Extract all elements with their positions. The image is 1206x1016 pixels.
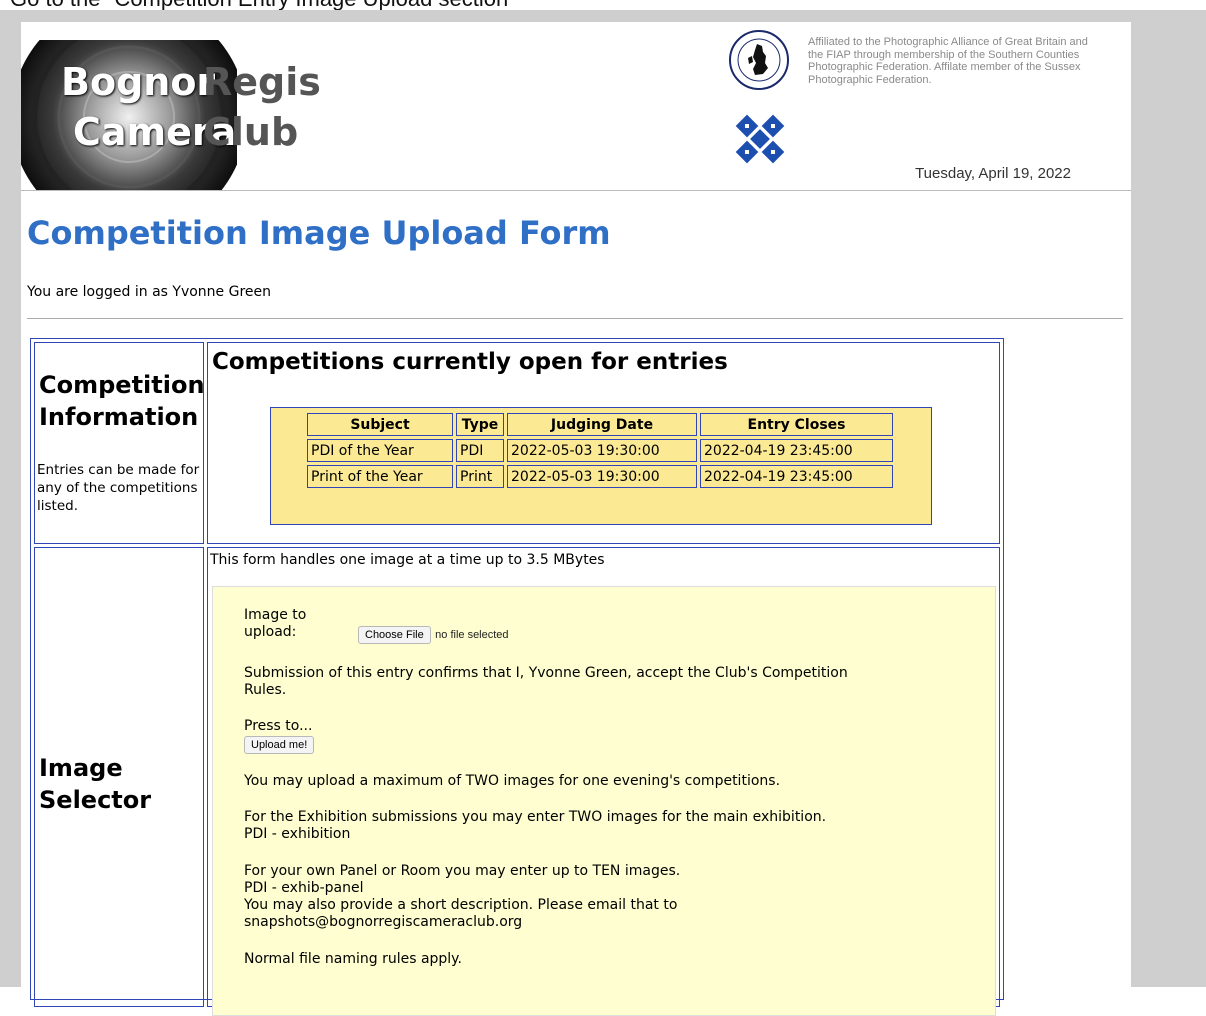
cell-entry-closes: 2022-04-19 23:45:00 bbox=[700, 465, 893, 488]
image-to-label: Image to bbox=[244, 607, 307, 623]
email-link[interactable]: snapshots@bognorregiscameraclub.org bbox=[244, 914, 522, 931]
naming-rules-note: Normal file naming rules apply. bbox=[244, 951, 462, 967]
column-header-type: Type bbox=[456, 413, 504, 436]
cell-subject: Print of the Year bbox=[307, 465, 453, 488]
entries-note: Entries can be made for any of the compe… bbox=[37, 462, 200, 514]
cell-entry-closes: 2022-04-19 23:45:00 bbox=[700, 439, 893, 462]
heading-line: Information bbox=[39, 403, 199, 431]
heading-line: Competition bbox=[39, 371, 205, 399]
column-header-judging-date: Judging Date bbox=[507, 413, 697, 436]
upload-label: upload: bbox=[244, 624, 297, 640]
upload-button-wrap: Upload me! bbox=[244, 736, 315, 754]
logged-in-status: You are logged in as Yvonne Green bbox=[27, 284, 271, 300]
page-title: Competition Image Upload Form bbox=[27, 214, 611, 252]
cell-type: Print bbox=[456, 465, 504, 488]
site-header: Bognor Camera Regis Club Affiliated to t… bbox=[21, 22, 1131, 191]
competition-information-cell: Competition Information Entries can be m… bbox=[34, 342, 205, 544]
column-header-subject: Subject bbox=[307, 413, 453, 436]
divider bbox=[27, 318, 1123, 319]
affiliation-text: Affiliated to the Photographic Alliance … bbox=[808, 36, 1088, 86]
competitions-table: Subject Type Judging Date Entry Closes P… bbox=[304, 410, 896, 491]
image-selector-heading: Image Selector bbox=[39, 752, 151, 816]
current-date: Tuesday, April 19, 2022 bbox=[915, 165, 1071, 182]
upload-button[interactable]: Upload me! bbox=[244, 736, 315, 754]
image-selector-cell: Image Selector bbox=[34, 547, 204, 1007]
panel-note: For your own Panel or Room you may enter… bbox=[244, 863, 681, 879]
cell-judging-date: 2022-05-03 19:30:00 bbox=[507, 465, 697, 488]
main-form-table: Competition Information Entries can be m… bbox=[30, 338, 1004, 1016]
open-competitions-heading: Competitions currently open for entries bbox=[212, 349, 728, 375]
file-input: Choose File no file selected bbox=[358, 626, 509, 644]
federation-logo-icon[interactable] bbox=[735, 114, 785, 164]
heading-line: Selector bbox=[39, 786, 152, 814]
exhibition-note: PDI - exhibition bbox=[244, 826, 351, 842]
max-images-note: You may upload a maximum of TWO images f… bbox=[244, 773, 781, 789]
logo-text-regis: Regis bbox=[203, 60, 321, 104]
upload-form: Image to upload: Choose File no file sel… bbox=[212, 586, 996, 1016]
press-to-label: Press to... bbox=[244, 718, 313, 734]
table-row: Print of the Year Print 2022-05-03 19:30… bbox=[307, 465, 893, 488]
rules-confirmation-text: Rules. bbox=[244, 682, 287, 698]
logo-text-bognor: Bognor bbox=[61, 60, 216, 104]
page: Bognor Camera Regis Club Affiliated to t… bbox=[21, 22, 1131, 1016]
cell-type: PDI bbox=[456, 439, 504, 462]
panel-note: You may also provide a short description… bbox=[244, 897, 678, 913]
heading-line: Image bbox=[39, 754, 123, 782]
column-header-entry-closes: Entry Closes bbox=[700, 413, 893, 436]
open-competitions-cell: Competitions currently open for entries … bbox=[207, 342, 1000, 544]
cell-subject: PDI of the Year bbox=[307, 439, 453, 462]
table-header-row: Subject Type Judging Date Entry Closes bbox=[307, 413, 893, 436]
club-logo[interactable]: Bognor Camera bbox=[21, 22, 237, 190]
panel-note: PDI - exhib-panel bbox=[244, 880, 364, 896]
choose-file-button[interactable]: Choose File bbox=[358, 626, 431, 644]
exhibition-note: For the Exhibition submissions you may e… bbox=[244, 809, 827, 825]
pagb-badge-icon[interactable] bbox=[729, 30, 789, 90]
rules-confirmation-text: Submission of this entry confirms that I… bbox=[244, 665, 848, 681]
competitions-table-container: Subject Type Judging Date Entry Closes P… bbox=[270, 407, 932, 525]
camera-lens-image bbox=[21, 22, 237, 190]
no-file-selected-text: no file selected bbox=[435, 629, 509, 641]
upload-size-note: This form handles one image at a time up… bbox=[210, 552, 605, 568]
competition-information-heading: Competition Information bbox=[39, 369, 205, 433]
upload-form-cell: This form handles one image at a time up… bbox=[207, 547, 1000, 1016]
cell-judging-date: 2022-05-03 19:30:00 bbox=[507, 439, 697, 462]
table-row: PDI of the Year PDI 2022-05-03 19:30:00 … bbox=[307, 439, 893, 462]
logo-text-club: Club bbox=[203, 110, 299, 154]
